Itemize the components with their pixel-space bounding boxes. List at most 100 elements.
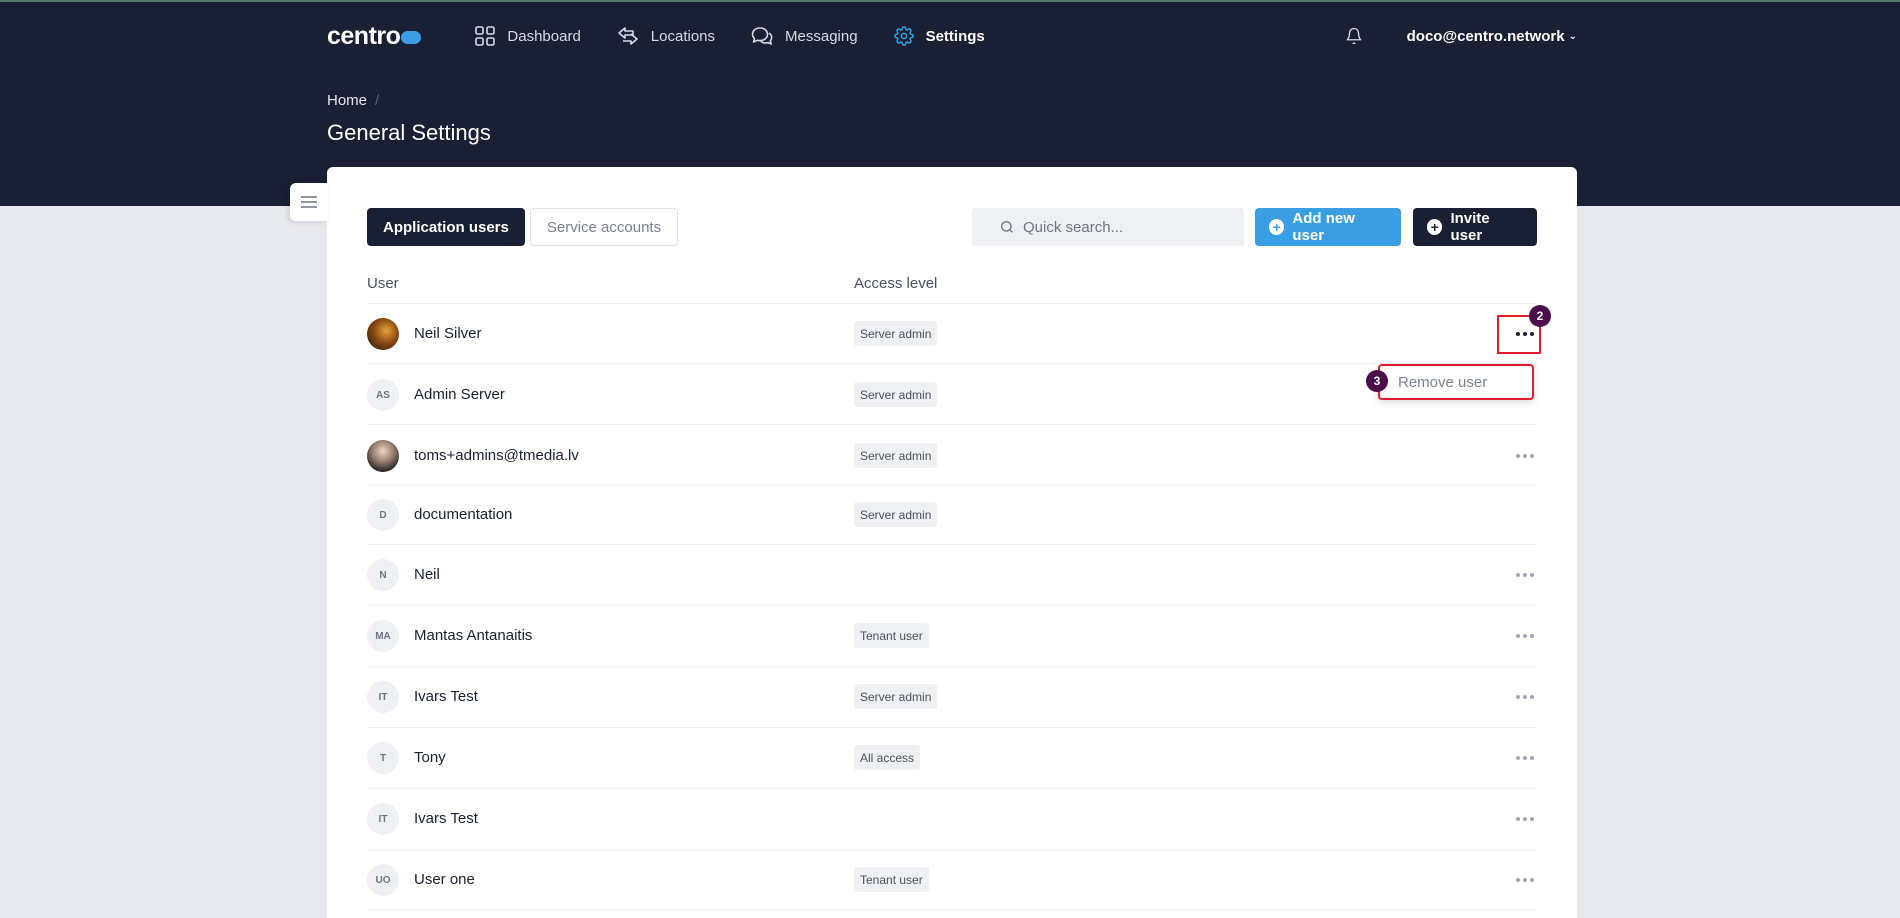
dot-icon: [1530, 573, 1534, 577]
search-icon: [1001, 221, 1013, 233]
access-badge: Server admin: [854, 321, 938, 346]
row-actions-button[interactable]: [1514, 812, 1536, 826]
user-name: Neil: [414, 566, 440, 583]
nav-item-locations[interactable]: Locations: [617, 26, 715, 46]
dot-icon: [1523, 756, 1527, 760]
dot-icon: [1516, 756, 1520, 760]
access-badge: Tenant user: [854, 867, 929, 892]
top-navbar: centro Dashboard Locations Messaging Set…: [327, 20, 1577, 52]
avatar: T: [367, 742, 399, 774]
chat-icon: [751, 27, 773, 45]
plus-circle-icon: +: [1427, 219, 1443, 235]
dot-icon: [1516, 573, 1520, 577]
sidebar-toggle-button[interactable]: [290, 183, 328, 221]
remove-user-label: Remove user: [1398, 373, 1488, 391]
access-badge: Tenant user: [854, 623, 929, 648]
access-badge: Server admin: [854, 443, 938, 468]
breadcrumb-home[interactable]: Home: [327, 92, 367, 109]
table-row[interactable]: AS Admin Server Server admin: [367, 364, 1537, 425]
dot-icon: [1523, 878, 1527, 882]
row-actions-button[interactable]: [1514, 690, 1536, 704]
column-header-user: User: [367, 275, 399, 292]
nav-label-messaging: Messaging: [785, 27, 858, 45]
dot-icon: [1530, 756, 1534, 760]
access-badge: Server admin: [854, 502, 938, 527]
nav-right: doco@centro.network ⌄: [1345, 27, 1577, 45]
nav-item-messaging[interactable]: Messaging: [751, 26, 858, 46]
dot-icon: [1516, 454, 1520, 458]
table-row[interactable]: T Tony All access: [367, 728, 1537, 789]
dot-icon: [1523, 817, 1527, 821]
table-row[interactable]: MA Mantas Antanaitis Tenant user: [367, 606, 1537, 667]
avatar: [367, 318, 399, 350]
tab-application-users[interactable]: Application users: [367, 208, 525, 246]
search-input[interactable]: [1023, 218, 1223, 236]
access-badge: All access: [854, 745, 921, 770]
dot-icon: [1530, 454, 1534, 458]
user-name: Ivars Test: [414, 810, 478, 827]
avatar: MA: [367, 620, 399, 652]
avatar: IT: [367, 681, 399, 713]
avatar: IT: [367, 803, 399, 835]
user-name: User one: [414, 871, 475, 888]
add-new-user-button[interactable]: + Add new user: [1255, 208, 1401, 246]
dot-icon: [1523, 573, 1527, 577]
table-row[interactable]: UO User one Tenant user: [367, 850, 1537, 911]
dot-icon: [1523, 634, 1527, 638]
grid-icon: [475, 26, 496, 46]
user-name: Ivars Test: [414, 688, 478, 705]
user-name: Admin Server: [414, 386, 505, 403]
dot-icon: [1516, 634, 1520, 638]
row-actions-button[interactable]: [1514, 568, 1536, 582]
user-type-tabs: Application users Service accounts: [367, 208, 679, 246]
avatar: AS: [367, 379, 399, 411]
column-header-access-level: Access level: [854, 275, 938, 292]
breadcrumb-separator: /: [375, 92, 380, 109]
table-row[interactable]: N Neil: [367, 545, 1537, 606]
table-row[interactable]: Neil Silver Server admin: [367, 304, 1537, 364]
centro-logo[interactable]: centro: [327, 21, 422, 51]
nav-item-settings[interactable]: Settings: [893, 26, 985, 46]
user-name: Neil Silver: [414, 325, 482, 342]
dot-icon: [1530, 634, 1534, 638]
bell-icon: [1346, 27, 1362, 45]
notifications-button[interactable]: [1345, 27, 1363, 45]
dot-icon: [1523, 695, 1527, 699]
user-name: documentation: [414, 506, 513, 523]
table-row[interactable]: IT Ivars Test Server admin: [367, 667, 1537, 728]
dot-icon: [1516, 817, 1520, 821]
logo-pill-icon: [401, 31, 422, 44]
step-badge-2: 2: [1529, 305, 1551, 327]
row-actions-button[interactable]: [1514, 629, 1536, 643]
table-row[interactable]: IT Ivars Test: [367, 789, 1537, 850]
row-actions-button[interactable]: [1514, 449, 1536, 463]
quick-search[interactable]: [972, 208, 1244, 246]
gear-icon: [893, 26, 914, 46]
avatar: D: [367, 499, 399, 531]
remove-user-menu-item[interactable]: Remove user: [1378, 364, 1534, 400]
table-row[interactable]: D documentation Server admin: [367, 486, 1537, 545]
dot-icon: [1530, 878, 1534, 882]
chevron-down-icon: ⌄: [1568, 30, 1577, 42]
account-menu[interactable]: doco@centro.network ⌄: [1407, 28, 1577, 45]
avatar: UO: [367, 864, 399, 896]
dot-icon: [1516, 695, 1520, 699]
add-new-user-label: Add new user: [1292, 210, 1355, 244]
plus-circle-icon: +: [1269, 219, 1285, 235]
avatar: N: [367, 559, 399, 591]
nav-item-dashboard[interactable]: Dashboard: [475, 26, 581, 46]
row-actions-button[interactable]: [1514, 751, 1536, 765]
invite-user-label: Invite user: [1450, 210, 1490, 244]
row-actions-button[interactable]: [1514, 873, 1536, 887]
table-row[interactable]: toms+admins@tmedia.lv Server admin: [367, 425, 1537, 486]
user-name: toms+admins@tmedia.lv: [414, 447, 579, 464]
invite-user-button[interactable]: + Invite user: [1413, 208, 1537, 246]
dot-icon: [1530, 695, 1534, 699]
tab-service-accounts[interactable]: Service accounts: [529, 208, 679, 246]
user-name: Tony: [414, 749, 446, 766]
page-title: General Settings: [327, 120, 491, 145]
menu-icon: [301, 196, 317, 208]
dot-icon: [1530, 817, 1534, 821]
users-card: Application users Service accounts + Add…: [327, 167, 1577, 918]
logo-text: centro: [327, 21, 401, 50]
